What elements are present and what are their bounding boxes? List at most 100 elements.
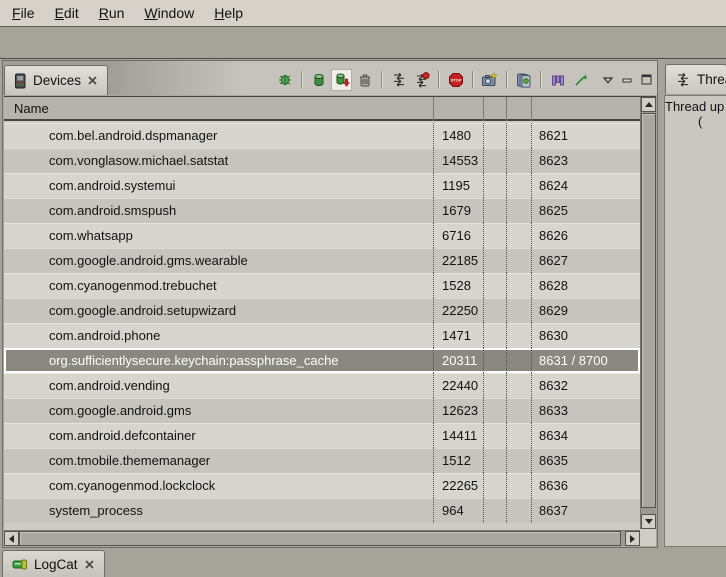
cell [507,448,532,473]
stop-process-icon[interactable]: STOP [445,69,466,91]
table-row[interactable]: org.sufficientlysecure.keychain:passphra… [4,348,640,373]
table-row[interactable]: com.whatsapp67168626 [4,223,640,248]
tab-logcat-label: LogCat [34,557,78,572]
menu-file[interactable]: File [2,2,45,24]
tab-logcat[interactable]: LogCat [2,550,105,577]
toolbar-separator [506,71,507,88]
cell [507,348,532,373]
close-icon[interactable] [87,75,98,86]
table-header: Name [4,97,640,121]
vertical-scrollbar-thumb[interactable] [641,113,656,508]
table-row[interactable]: com.vonglasow.michael.satstat145538623 [4,148,640,173]
table-row[interactable]: com.google.android.gms126238633 [4,398,640,423]
column-header[interactable] [434,97,484,121]
bottom-bar: LogCat [0,548,726,577]
cause-gc-icon[interactable] [354,69,375,91]
vertical-scrollbar[interactable] [640,97,656,529]
screen-capture-icon[interactable] [479,69,500,91]
table-row[interactable]: com.android.defcontainer144118634 [4,423,640,448]
process-pid: 12623 [434,398,484,423]
top-toolbar-strip [0,28,726,59]
toolbar-separator [540,71,541,88]
systrace-icon[interactable] [570,69,591,91]
column-header[interactable] [484,97,507,121]
threads-message-line2: ( [665,114,726,129]
menu-help[interactable]: Help [204,2,253,24]
cell [484,398,507,423]
menu-run[interactable]: Run [89,2,135,24]
debug-port: 8633 [532,398,640,423]
process-pid: 20311 [434,348,484,373]
debug-port: 8625 [532,198,640,223]
debug-port: 8631 / 8700 [532,348,640,373]
toolbar-separator [381,71,382,88]
process-name: com.google.android.gms.wearable [4,248,434,273]
process-name: com.whatsapp [4,223,434,248]
table-row[interactable]: com.google.android.setupwizard222508629 [4,298,640,323]
menu-edit[interactable]: Edit [45,2,89,24]
table-row[interactable]: com.android.vending224408632 [4,373,640,398]
process-pid: 1512 [434,448,484,473]
table-row[interactable]: com.google.android.gms.wearable221858627 [4,248,640,273]
table-row[interactable]: com.cyanogenmod.trebuchet15288628 [4,273,640,298]
column-header[interactable] [507,97,532,121]
debug-port: 8621 [532,123,640,148]
scroll-up-button[interactable] [641,97,656,112]
process-name: com.bel.android.dspmanager [4,123,434,148]
dump-hprof-icon[interactable] [331,69,352,91]
horizontal-scrollbar-thumb[interactable] [19,531,621,546]
maximize-icon[interactable] [640,73,653,86]
dump-view-hierarchy-icon[interactable] [547,69,568,91]
table-row[interactable]: com.android.smspush16798625 [4,198,640,223]
capture-view-hierarchy-icon[interactable] [513,69,534,91]
process-name: com.google.android.setupwizard [4,298,434,323]
update-heap-icon[interactable] [308,69,329,91]
scroll-down-button[interactable] [641,514,656,529]
table-row[interactable]: com.cyanogenmod.lockclock222658636 [4,473,640,498]
table-row[interactable]: com.android.systemui11958624 [4,173,640,198]
view-menu-icon[interactable] [602,74,614,86]
column-header[interactable]: Name [4,97,434,121]
cell [484,473,507,498]
debug-port: 8630 [532,323,640,348]
menu-window[interactable]: Window [134,2,204,24]
toolbar-separator [301,71,302,88]
cell [484,323,507,348]
scroll-right-button[interactable] [625,531,640,546]
cell [507,248,532,273]
cell [484,173,507,198]
device-phone-icon [14,73,27,89]
debug-attach-icon[interactable] [274,69,295,91]
devices-tab-row: Devices [3,61,657,95]
cell [484,448,507,473]
cell [484,373,507,398]
horizontal-scrollbar[interactable] [4,530,640,546]
table-row[interactable]: system_process9648637 [4,498,640,523]
tab-threads[interactable]: Threads [665,64,726,94]
cell [484,498,507,523]
cell [507,223,532,248]
table-row[interactable]: com.android.phone14718630 [4,323,640,348]
cell [507,373,532,398]
process-pid: 1480 [434,123,484,148]
svg-text:STOP: STOP [450,77,461,82]
table-row[interactable]: com.tmobile.thememanager15128635 [4,448,640,473]
minimize-icon[interactable] [621,74,633,86]
column-header[interactable] [532,97,640,121]
cell [507,173,532,198]
tab-threads-label: Threads [697,72,726,87]
threads-icon [675,72,691,88]
process-name: com.cyanogenmod.lockclock [4,473,434,498]
threads-message: Thread up ( [664,95,726,547]
cell [507,198,532,223]
start-method-profiling-icon[interactable] [411,69,432,91]
close-icon[interactable] [84,559,95,570]
scroll-left-button[interactable] [4,531,19,546]
update-threads-icon[interactable] [388,69,409,91]
table-body: com.bel.android.dspmanager1480 8621com.vo… [4,123,640,529]
debug-port: 8635 [532,448,640,473]
table-row[interactable]: com.bel.android.dspmanager1480 8621 [4,123,640,148]
tab-devices[interactable]: Devices [4,65,108,95]
cell [484,423,507,448]
cell [507,323,532,348]
